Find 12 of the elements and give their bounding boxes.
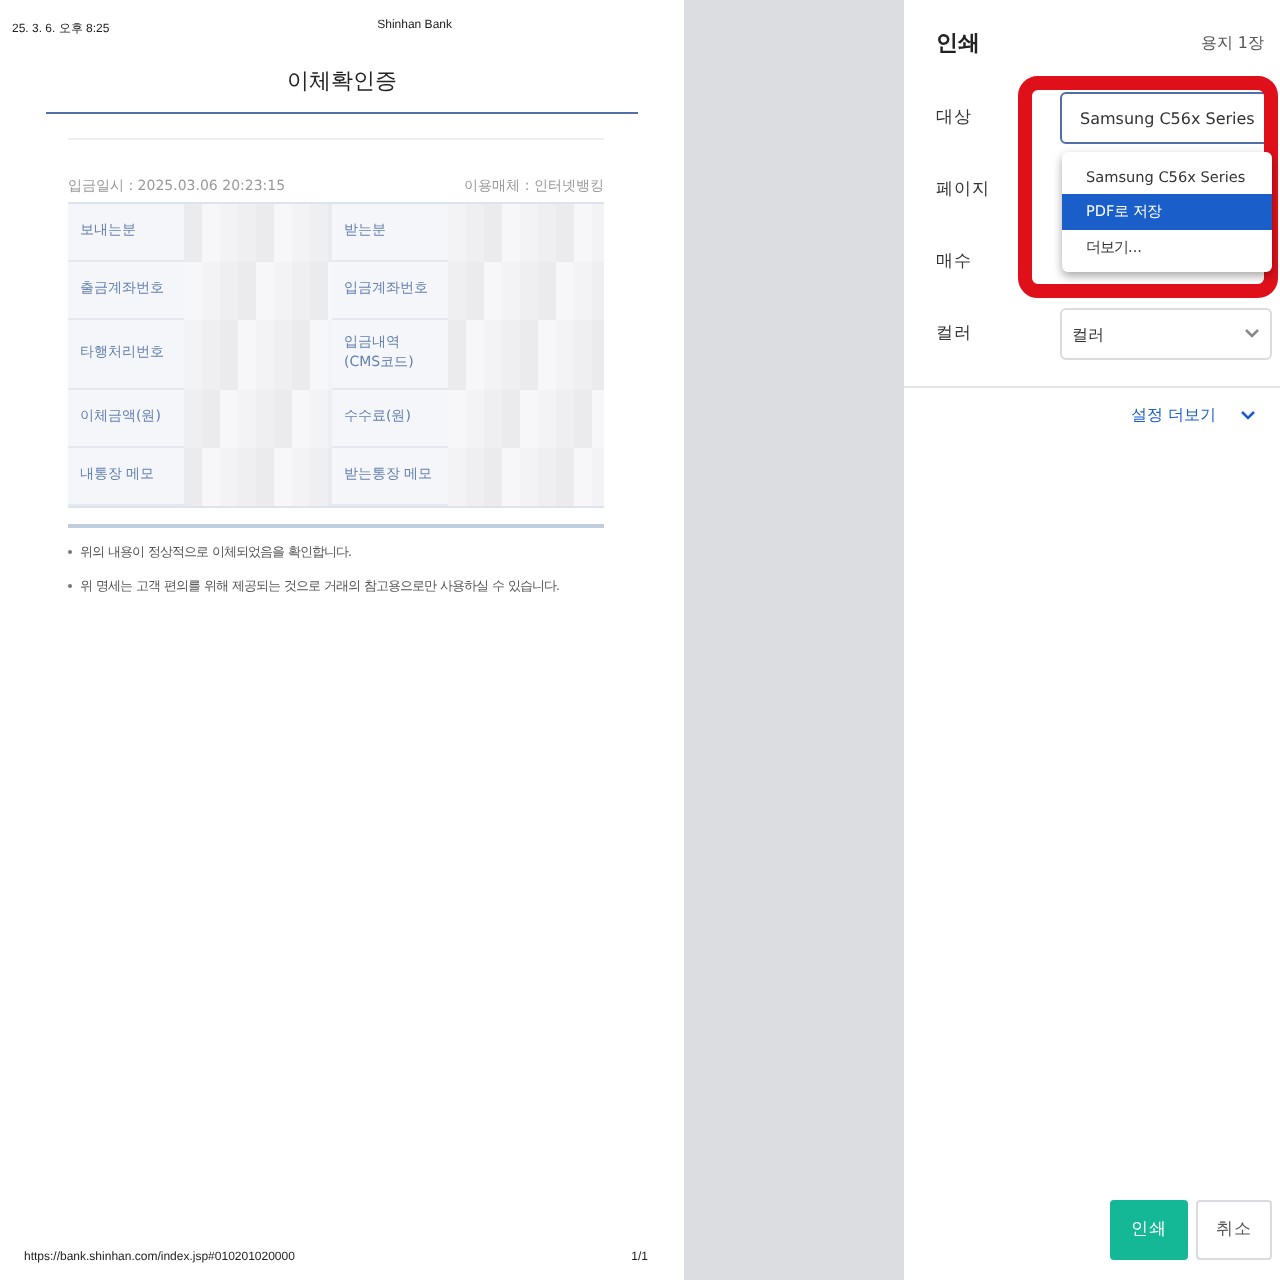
field-label: 컬러 xyxy=(936,322,974,346)
color-select[interactable]: 컬러 xyxy=(1060,308,1272,360)
dialog-title: 인쇄 xyxy=(936,28,980,58)
field-label: 대상 xyxy=(936,106,974,130)
sheet-count: 용지 1장 xyxy=(1200,32,1264,54)
document-title: 이체확인증 xyxy=(46,66,638,114)
field-label: 페이지 xyxy=(936,178,992,202)
field-label: 매수 xyxy=(936,250,974,274)
chevron-icon xyxy=(1240,409,1256,421)
cancel-button[interactable]: 취소 xyxy=(1196,1200,1272,1260)
chevron-icon xyxy=(1244,328,1260,340)
more-settings-link[interactable]: 설정 더보기 xyxy=(1130,404,1216,426)
